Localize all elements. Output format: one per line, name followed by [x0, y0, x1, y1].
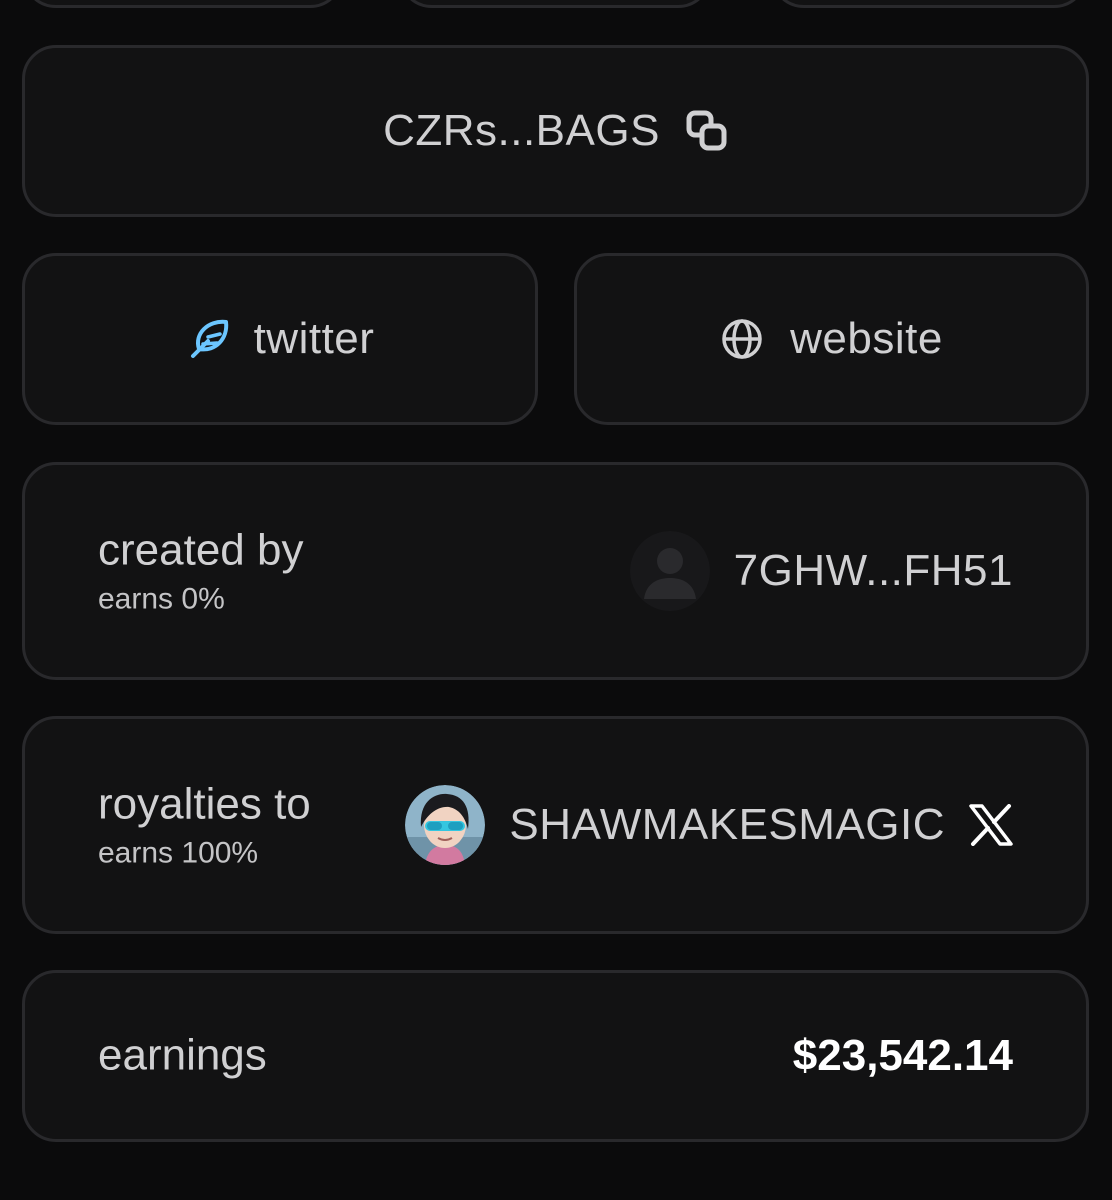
- twitter-label: twitter: [253, 314, 375, 363]
- website-label: website: [790, 314, 943, 363]
- creator-card: created by earns 0% 7GHW...FH51: [22, 462, 1089, 680]
- creator-label-block: created by earns 0%: [98, 526, 303, 617]
- contract-address-row: CZRs...BAGS: [25, 48, 1086, 214]
- royalties-handle: SHAWMAKESMAGIC: [509, 800, 945, 849]
- stat-card-fragment: [398, 0, 712, 8]
- twitter-row: twitter: [25, 256, 535, 422]
- royalties-label: royalties to: [98, 779, 311, 829]
- earnings-label: earnings: [98, 1030, 267, 1080]
- royalties-card: royalties to earns 100% SHAWMAKESMAGIC: [22, 716, 1089, 934]
- twitter-button[interactable]: twitter: [22, 253, 538, 425]
- default-user-avatar: [629, 531, 710, 611]
- royalties-label-block: royalties to earns 100%: [98, 780, 311, 871]
- profile-avatar: [405, 785, 486, 865]
- creator-wallet-address: 7GHW...FH51: [733, 546, 1013, 595]
- website-button[interactable]: website: [574, 253, 1089, 425]
- globe-icon: [720, 317, 764, 361]
- copy-icon[interactable]: [686, 110, 728, 152]
- earnings-card: earnings $23,542.14: [22, 970, 1089, 1142]
- earnings-label-block: earnings: [98, 1031, 267, 1082]
- website-row: website: [577, 256, 1086, 422]
- creator-label: created by: [98, 525, 304, 575]
- earnings-value-block: $23,542.14: [793, 1031, 1013, 1081]
- contract-address-card[interactable]: CZRs...BAGS: [22, 45, 1089, 217]
- royalties-recipient[interactable]: SHAWMAKESMAGIC: [405, 785, 1013, 865]
- stat-card-fragment: [770, 0, 1088, 8]
- x-logo-icon[interactable]: [969, 804, 1013, 846]
- creator-earns: earns 0%: [98, 582, 225, 616]
- feather-icon: [186, 316, 232, 362]
- creator-wallet[interactable]: 7GHW...FH51: [629, 531, 1013, 611]
- stat-card-fragment: [22, 0, 344, 8]
- contract-address: CZRs...BAGS: [383, 106, 660, 155]
- royalties-earns: earns 100%: [98, 836, 259, 870]
- earnings-value: $23,542.14: [792, 1031, 1013, 1080]
